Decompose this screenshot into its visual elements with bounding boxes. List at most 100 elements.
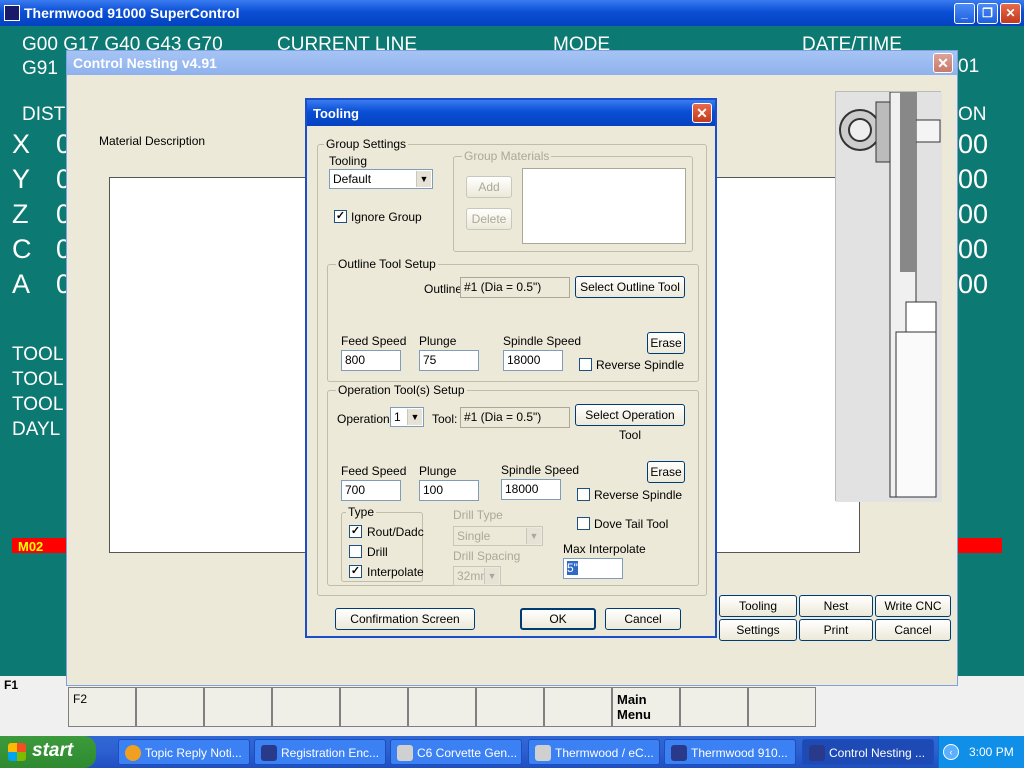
type-interpolate-checkbox[interactable]: ✓ — [349, 565, 362, 578]
taskbar-item-label: Topic Reply Noti... — [145, 746, 242, 760]
ignore-group-label: Ignore Group — [351, 210, 422, 224]
taskbar-item[interactable]: Thermwood / eC... — [528, 739, 660, 765]
operation-feed-speed-label: Feed Speed — [341, 464, 407, 478]
chevron-down-icon: ▼ — [407, 409, 422, 425]
fkey-f2-label: F2 — [73, 692, 88, 706]
outline-spindle-speed-label: Spindle Speed — [503, 334, 582, 348]
tooling-label: Tooling — [329, 154, 368, 168]
status-bar-right — [958, 538, 1002, 553]
taskbar-item[interactable]: Thermwood 910... — [664, 739, 796, 765]
select-outline-tool-button[interactable]: Select Outline Tool — [575, 276, 685, 298]
drill-spacing-label: Drill Spacing — [453, 549, 521, 563]
fkey-f12[interactable] — [748, 687, 816, 727]
operation-spindle-speed-label: Spindle Speed — [501, 463, 580, 477]
drill-type-select[interactable]: Single ▼ — [453, 526, 543, 546]
operation-label: Operation: — [337, 412, 394, 426]
tooling-select[interactable]: Default ▼ — [329, 169, 433, 189]
axis-y-label: Y — [12, 164, 31, 194]
taskbar-item[interactable]: Topic Reply Noti... — [118, 739, 250, 765]
taskbar-item-label: Control Nesting ... — [829, 746, 926, 760]
outline-erase-button[interactable]: Erase — [647, 332, 685, 354]
dove-tail-tool-checkbox[interactable] — [577, 517, 590, 530]
type-drill-checkbox[interactable] — [349, 545, 362, 558]
tool-line: TOOL — [12, 394, 64, 415]
group-materials-label: Group Materials — [462, 149, 552, 163]
ignore-group-checkbox[interactable]: ✓ — [334, 210, 347, 223]
tooling-titlebar: Tooling ✕ — [307, 100, 715, 126]
fkey-f7[interactable] — [408, 687, 476, 727]
select-operation-tool-button[interactable]: Select Operation Tool — [575, 404, 685, 442]
fkey-f3[interactable] — [136, 687, 204, 727]
group-materials-list[interactable] — [522, 168, 686, 244]
ok-button[interactable]: OK — [520, 608, 596, 630]
operation-spindle-speed-input[interactable]: 18000 — [501, 479, 561, 500]
show-hidden-icons-icon[interactable]: ‹ — [943, 744, 959, 760]
operation-feed-speed-input[interactable]: 700 — [341, 480, 401, 501]
write-cnc-button[interactable]: Write CNC — [875, 595, 951, 617]
tooling-close-button[interactable]: ✕ — [692, 103, 712, 123]
operation-reverse-spindle-checkbox[interactable] — [577, 488, 590, 501]
operation-erase-button[interactable]: Erase — [647, 461, 685, 483]
delete-button[interactable]: Delete — [466, 208, 512, 230]
nesting-cancel-button[interactable]: Cancel — [875, 619, 951, 641]
machine-image — [835, 91, 942, 502]
max-interpolate-value: 5" — [567, 561, 578, 575]
axis-c-pos: 00 — [958, 234, 989, 264]
fkey-f2[interactable]: F2 — [68, 687, 136, 727]
tooling-select-value: Default — [333, 172, 372, 186]
group-settings-label: Group Settings — [324, 137, 409, 151]
restore-button[interactable]: ❐ — [977, 3, 998, 24]
type-rout-checkbox[interactable]: ✓ — [349, 525, 362, 538]
fkey-f9[interactable] — [544, 687, 612, 727]
close-button[interactable]: ✕ — [1000, 3, 1021, 24]
thermwood-icon — [671, 745, 687, 761]
taskbar-item-active[interactable]: Control Nesting ... — [802, 739, 934, 765]
operation-plunge-input[interactable]: 100 — [419, 480, 479, 501]
minimize-button[interactable]: _ — [954, 3, 975, 24]
drill-type-label: Drill Type — [453, 508, 503, 522]
taskbar-item[interactable]: Registration Enc... — [254, 739, 386, 765]
taskbar-item[interactable]: C6 Corvette Gen... — [390, 739, 522, 765]
outline-spindle-speed-input[interactable]: 18000 — [503, 350, 563, 371]
fkey-f8[interactable] — [476, 687, 544, 727]
print-button[interactable]: Print — [799, 619, 873, 641]
dove-tail-tool-label: Dove Tail Tool — [594, 517, 669, 531]
nesting-close-button[interactable]: ✕ — [933, 53, 953, 73]
fkey-f6[interactable] — [340, 687, 408, 727]
fkey-f4[interactable] — [204, 687, 272, 727]
app-title: Thermwood 91000 SuperControl — [24, 5, 240, 21]
outline-feed-speed-input[interactable]: 800 — [341, 350, 401, 371]
chevron-down-icon: ▼ — [526, 528, 541, 544]
browser-icon — [535, 745, 551, 761]
fkey-label: F1 — [4, 678, 19, 692]
axis-z-label: Z — [12, 199, 29, 229]
axis-y-pos: 00 — [958, 164, 989, 194]
browser-icon — [125, 745, 141, 761]
nest-button[interactable]: Nest — [799, 595, 873, 617]
operation-select[interactable]: 1 ▼ — [390, 407, 424, 427]
tooling-cancel-button[interactable]: Cancel — [605, 608, 681, 630]
tooling-button[interactable]: Tooling — [719, 595, 797, 617]
start-label: start — [32, 740, 74, 761]
operation-plunge-label: Plunge — [419, 464, 457, 478]
start-button[interactable]: start — [0, 736, 96, 768]
tool-label: Tool: — [432, 412, 458, 426]
outline-reverse-spindle-checkbox[interactable] — [579, 358, 592, 371]
confirmation-screen-button[interactable]: Confirmation Screen — [335, 608, 475, 630]
tooling-dialog: Tooling ✕ Group Settings Tooling Default… — [305, 98, 717, 638]
add-button[interactable]: Add — [466, 176, 512, 198]
fkey-f5[interactable] — [272, 687, 340, 727]
nesting-title: Control Nesting v4.91 — [73, 55, 217, 71]
settings-button[interactable]: Settings — [719, 619, 797, 641]
axis-x-label: X — [12, 129, 31, 159]
outline-reverse-spindle-label: Reverse Spindle — [596, 358, 685, 372]
outline-plunge-input[interactable]: 75 — [419, 350, 479, 371]
outline-tool-field: #1 (Dia = 0.5") — [460, 277, 570, 298]
fkey-f11[interactable] — [680, 687, 748, 727]
taskbar-item-label: Thermwood 910... — [691, 746, 788, 760]
chevron-down-icon: ▼ — [484, 568, 499, 584]
drill-spacing-select[interactable]: 32mm ▼ — [453, 566, 501, 586]
max-interpolate-input[interactable]: 5" — [563, 558, 623, 579]
axis-x-pos: 00 — [958, 129, 989, 159]
main-menu-key[interactable]: Main Menu — [612, 687, 680, 727]
